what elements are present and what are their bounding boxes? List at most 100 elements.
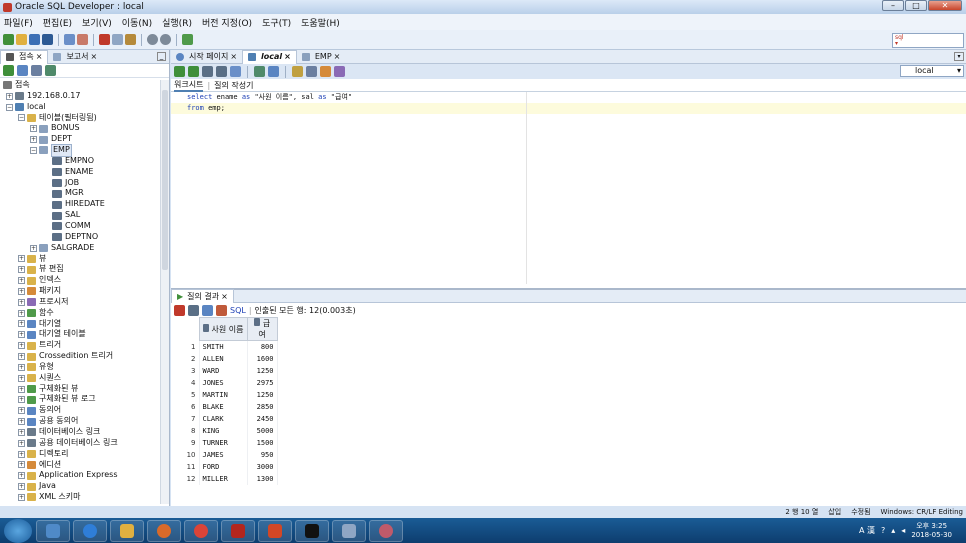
tab-local[interactable]: local × <box>242 49 297 64</box>
tree-object[interactable]: + 패키지 <box>0 286 160 297</box>
tree-column[interactable]: SAL <box>0 210 160 221</box>
menu-file[interactable]: 파일(F) <box>4 16 33 29</box>
menu-edit[interactable]: 편집(E) <box>43 16 72 29</box>
taskbar-app[interactable] <box>110 519 144 542</box>
tree-table-bonus[interactable]: + BONUS <box>0 123 160 134</box>
tree-column[interactable]: JOB <box>0 178 160 189</box>
rollback-icon[interactable] <box>216 66 227 77</box>
menu-versioning[interactable]: 버전 지정(O) <box>202 16 252 29</box>
tree-column[interactable]: ENAME <box>0 167 160 178</box>
taskbar-app[interactable] <box>369 519 403 542</box>
tab-worksheet[interactable]: 워크시트 <box>174 79 204 92</box>
taskbar-app[interactable] <box>36 519 70 542</box>
tree-object[interactable]: + 디렉토리 <box>0 449 160 460</box>
explain-plan-icon[interactable] <box>230 66 241 77</box>
tree-object[interactable]: + 뷰 <box>0 254 160 265</box>
menu-help[interactable]: 도움말(H) <box>301 16 340 29</box>
tab-query-builder[interactable]: 질의 작성기 <box>214 80 253 91</box>
search-input[interactable]: sql ▾ <box>892 33 964 48</box>
taskbar-app[interactable] <box>184 519 218 542</box>
tree-object[interactable]: + 동의어 <box>0 405 160 416</box>
tab-emp[interactable]: EMP × <box>297 50 345 64</box>
format-icon[interactable] <box>292 66 303 77</box>
copy-icon[interactable] <box>112 34 123 45</box>
tree-object[interactable]: + 뷰 편집 <box>0 264 160 275</box>
tab-reports[interactable]: 보고서 × <box>48 50 102 64</box>
tree-object[interactable]: + Application Express <box>0 470 160 481</box>
menu-run[interactable]: 실행(R) <box>162 16 192 29</box>
run-script-icon[interactable] <box>188 66 199 77</box>
table-row[interactable]: 9 TURNER 1500 <box>173 436 278 449</box>
add-connection-icon[interactable] <box>3 65 14 76</box>
paste-icon[interactable] <box>125 34 136 45</box>
close-button[interactable]: ✕ <box>928 0 962 11</box>
menu-tools[interactable]: 도구(T) <box>262 16 291 29</box>
tree-object[interactable]: + 대기열 <box>0 319 160 330</box>
volume-icon[interactable]: ◂ <box>901 526 905 535</box>
minimize-panel-button[interactable]: _ <box>157 52 166 61</box>
migration-icon[interactable] <box>182 34 193 45</box>
tree-object[interactable]: + 데이터베이스 링크 <box>0 427 160 438</box>
tree-object[interactable]: + 프로시저 <box>0 297 160 308</box>
tree-table-dept[interactable]: + DEPT <box>0 134 160 145</box>
tree-scrollbar[interactable] <box>160 80 169 504</box>
clear-icon[interactable] <box>320 66 331 77</box>
maximize-button[interactable]: □ <box>905 0 927 11</box>
tree-table-salgrade[interactable]: + SALGRADE <box>0 243 160 254</box>
open-icon[interactable] <box>16 34 27 45</box>
tree-object[interactable]: + 시퀀스 <box>0 373 160 384</box>
tree-column[interactable]: DEPTNO <box>0 232 160 243</box>
table-row[interactable]: 6 BLAKE 2850 <box>173 400 278 413</box>
tree-object[interactable]: + 유형 <box>0 362 160 373</box>
tree-root[interactable]: 접속 <box>0 80 160 91</box>
history-icon[interactable] <box>306 66 317 77</box>
tree-object[interactable]: + 에디션 <box>0 460 160 471</box>
table-row[interactable]: 12 MILLER 1300 <box>173 472 278 485</box>
column-header-salary[interactable]: 급여 <box>246 317 278 341</box>
save-icon[interactable] <box>29 34 40 45</box>
tree-table-emp[interactable]: − EMP <box>0 144 160 157</box>
taskbar-app[interactable] <box>258 519 292 542</box>
tree-object[interactable]: + 대기열 테이블 <box>0 329 160 340</box>
tab-connections[interactable]: 접속 × <box>0 49 49 64</box>
start-button[interactable] <box>4 518 32 543</box>
save-all-icon[interactable] <box>42 34 53 45</box>
taskbar-app[interactable] <box>332 519 366 542</box>
undo-icon[interactable] <box>64 34 75 45</box>
tree-column[interactable]: COMM <box>0 221 160 232</box>
tree-object[interactable]: + 구체화된 뷰 로그 <box>0 394 160 405</box>
back-icon[interactable] <box>147 34 158 45</box>
table-row[interactable]: 4 JONES 2975 <box>173 376 278 389</box>
sql-editor[interactable]: select ename as "사원 이름", sal as "급여" fro… <box>171 92 966 284</box>
tree-tables[interactable]: − 테이블(필터링됨) <box>0 113 160 124</box>
minimize-button[interactable]: – <box>882 0 904 11</box>
new-icon[interactable] <box>3 34 14 45</box>
pin-icon[interactable] <box>174 304 185 316</box>
tree-object[interactable]: + 공용 동의어 <box>0 416 160 427</box>
tab-list-icon[interactable]: ▾ <box>954 52 964 61</box>
commit-icon[interactable] <box>202 66 213 77</box>
taskbar-app[interactable] <box>221 519 255 542</box>
tree-object[interactable]: + 구체화된 뷰 <box>0 384 160 395</box>
tree-object[interactable]: + 인덱스 <box>0 275 160 286</box>
tree-column[interactable]: MGR <box>0 188 160 199</box>
tree-column[interactable]: HIREDATE <box>0 199 160 210</box>
table-row[interactable]: 2 ALLEN 1600 <box>173 352 278 365</box>
tree-object[interactable]: + Crossedition 트리거 <box>0 351 160 362</box>
clock[interactable]: 오후 3:25 2018-05-30 <box>911 522 952 540</box>
tree-object[interactable]: + 함수 <box>0 308 160 319</box>
redo-icon[interactable] <box>77 34 88 45</box>
sql-tuning-icon[interactable] <box>268 66 279 77</box>
tree-object[interactable]: + 공용 데이터베이스 링크 <box>0 438 160 449</box>
taskbar-app[interactable] <box>147 519 181 542</box>
column-header-name[interactable]: 사원 이름 <box>198 317 248 341</box>
tree-object[interactable]: + 트리거 <box>0 340 160 351</box>
network-icon[interactable]: ▴ <box>891 526 895 535</box>
sql-button[interactable]: SQL <box>230 306 246 315</box>
table-row[interactable]: 3 WARD 1250 <box>173 364 278 377</box>
filter-icon[interactable] <box>31 65 42 76</box>
sql-history-icon[interactable] <box>334 66 345 77</box>
tab-query-result[interactable]: ▶ 질의 결과 × <box>171 289 234 303</box>
table-row[interactable]: 7 CLARK 2450 <box>173 412 278 425</box>
menu-navigate[interactable]: 이동(N) <box>122 16 152 29</box>
